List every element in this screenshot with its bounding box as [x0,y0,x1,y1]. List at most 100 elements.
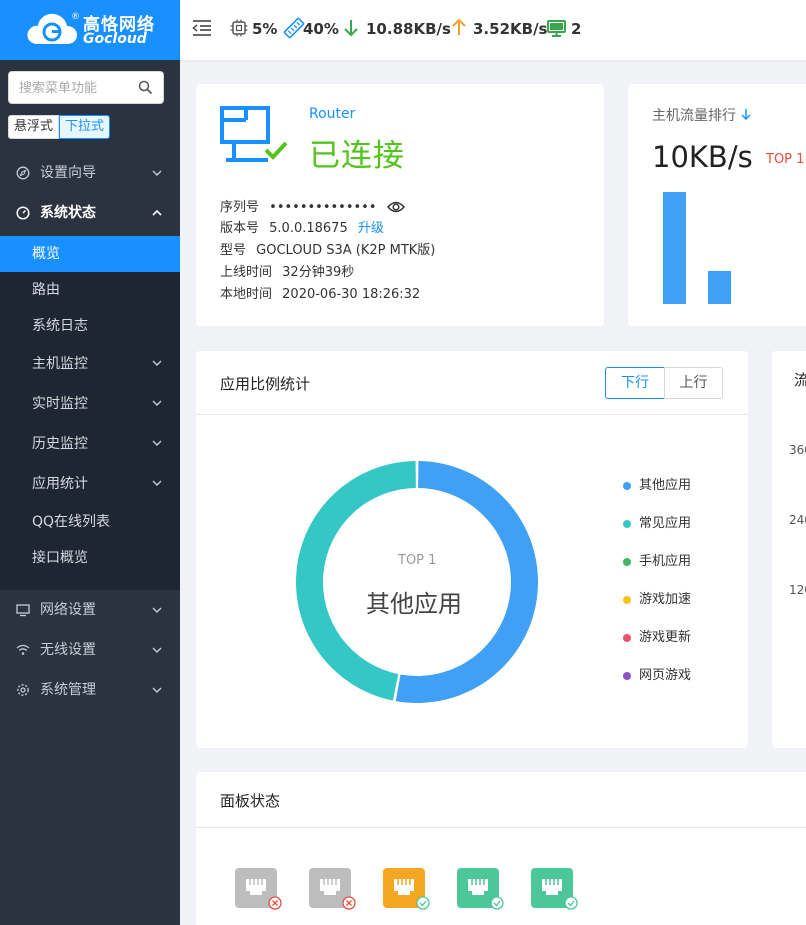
serial-row: 序列号 •••••••••••••• [220,197,405,217]
search-icon[interactable] [138,80,153,95]
logo[interactable]: ® 高恪网络 Gocloud [0,0,180,60]
rank-title[interactable]: 主机流量排行 [652,105,752,125]
legend-label: 网页游戏 [639,668,692,683]
dashboard-icon [16,206,30,220]
model-row: 型号 GOCLOUD S3A (K2P MTK版) [220,241,435,261]
online-hosts: 2 [571,20,582,38]
top-host-traffic: 10KB/s [652,140,753,174]
sidebar-item-system-status[interactable]: 系统状态 [0,193,180,233]
legend-dot [623,596,631,604]
chevron-down-icon [152,687,162,693]
app-ratio-title: 应用比例统计 [220,375,311,393]
sidebar-item-wireless-settings[interactable]: 无线设置 [0,630,180,670]
sidebar-subitem-overview[interactable]: 概览 [0,236,180,272]
panel-status-title: 面板状态 [220,792,281,810]
compass-icon [16,166,30,180]
chevron-down-icon [152,400,162,406]
chevron-up-icon [152,210,162,216]
serial-label: 序列号 [220,200,260,215]
port-disconnected-icon[interactable] [235,868,283,912]
system-status-submenu: 概览 路由 系统日志 主机监控 实时监控 历史监控 应用统计 QQ在线列表 接口… [0,236,180,590]
tab-uplink[interactable]: 上行 [664,367,723,399]
monitor-icon [547,20,566,37]
localtime-label: 本地时间 [220,287,273,302]
menu-bottom: 网络设置 无线设置 系统管理 [0,590,180,710]
connection-status: 已连接 [309,138,405,174]
menu-search [8,71,164,104]
sidebar-subitem-qq-online[interactable]: QQ在线列表 [0,504,180,540]
port-disconnected-icon[interactable] [309,868,357,912]
legend-dot [623,520,631,528]
uptime-row: 上线时间 32分钟39秒 [220,263,354,283]
menu-mode-dropdown[interactable]: 下拉式 [59,115,111,139]
uptime-value: 32分钟39秒 [282,265,355,280]
tab-downlink[interactable]: 下行 [605,367,665,399]
uptime-label: 上线时间 [220,265,273,280]
rank-bar [708,271,731,304]
port-connected-icon[interactable] [531,868,579,912]
serial-value: •••••••••••••• [269,200,377,215]
app-ratio-donut [296,461,538,703]
top-bar: 5% 40% 10.88KB/s 3.52KB/s 2 [180,0,806,60]
legend-dot [623,558,631,566]
app-ratio-header: 应用比例统计 下行 上行 [196,351,748,415]
sidebar-item-network-settings[interactable]: 网络设置 [0,590,180,630]
chevron-down-icon [152,360,162,366]
sidebar-subitem-route[interactable]: 路由 [0,272,180,308]
y-tick: 360 [789,443,806,457]
host-traffic-rank-card: 主机流量排行 10KB/s TOP 1 [628,84,806,326]
menu-search-input[interactable] [19,78,137,98]
sidebar-subitem-label: 实时监控 [32,396,88,412]
eye-icon[interactable] [386,200,405,214]
donut-slice[interactable] [395,461,538,703]
sidebar-subitem-app-stats[interactable]: 应用统计 [0,464,180,504]
menu-top: 设置向导 系统状态 [0,153,180,233]
sidebar-item-label: 系统管理 [40,682,96,698]
arrow-down-icon [344,20,358,37]
sidebar-item-label: 网络设置 [40,602,96,618]
monitor-icon [16,604,30,617]
panel-status-header: 面板状态 [196,772,806,828]
sidebar-item-label: 设置向导 [40,165,96,181]
menu-collapse-icon[interactable] [192,19,212,37]
rank-bar [663,192,686,304]
sidebar-subitem-label: 主机监控 [32,356,88,372]
upload-speed: 3.52KB/s [473,20,548,38]
version-label: 版本号 [220,221,260,236]
upgrade-link[interactable]: 升级 [358,221,384,236]
legend-label: 游戏更新 [639,630,692,645]
sidebar-subitem-realtime-monitor[interactable]: 实时监控 [0,384,180,424]
sidebar-item-system-management[interactable]: 系统管理 [0,670,180,710]
wifi-icon [16,644,30,655]
y-tick: 240 [789,513,806,527]
menu-mode-float[interactable]: 悬浮式 [8,115,60,139]
sidebar-item-setup-wizard[interactable]: 设置向导 [0,153,180,193]
sidebar-item-label: 系统状态 [40,205,96,221]
donut-center-name: 其他应用 [366,590,462,618]
sort-down-icon [741,109,751,121]
version-row: 版本号 5.0.0.18675 升级 [220,219,384,239]
version-value: 5.0.0.18675 [269,221,348,236]
model-label: 型号 [220,243,247,258]
arrow-up-icon [452,18,466,35]
flow-card-title: 流 [794,371,806,389]
chevron-down-icon [152,647,162,653]
donut-center-rank: TOP 1 [398,553,437,568]
gear-icon [17,684,29,696]
sidebar-subitem-history-monitor[interactable]: 历史监控 [0,424,180,464]
router-card: Router 已连接 序列号 •••••••••••••• 版本号 5.0.0.… [196,84,604,326]
chevron-down-icon [152,440,162,446]
sidebar-subitem-syslog[interactable]: 系统日志 [0,308,180,344]
legend-dot [623,482,631,490]
cpu-usage: 5% [252,20,278,38]
sidebar: ® 高恪网络 Gocloud 悬浮式 下拉式 设置向导 系统状态 概览 路由 系… [0,0,180,925]
sidebar-subitem-interface-overview[interactable]: 接口概览 [0,540,180,576]
legend-label: 游戏加速 [639,592,692,607]
sidebar-subitem-host-monitor[interactable]: 主机监控 [0,344,180,384]
port-connected-icon[interactable] [457,868,505,912]
router-connected-icon [220,106,288,162]
cpu-icon [230,19,248,37]
port-wan-connected-icon[interactable] [383,868,431,912]
sidebar-item-label: 无线设置 [40,642,96,658]
donut-slice[interactable] [296,461,416,701]
